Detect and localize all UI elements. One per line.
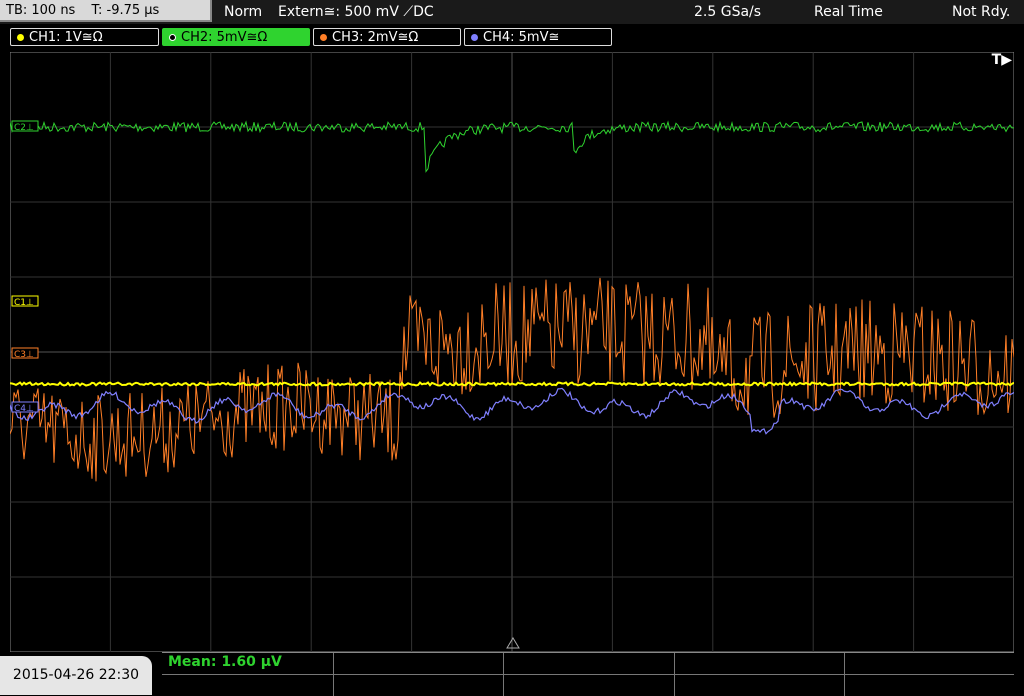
timebase-label: TB: 100 ns bbox=[6, 3, 76, 18]
trigger-source[interactable]: Extern≅: 500 mV ⟋DC bbox=[278, 0, 434, 24]
datetime-display: 2015-04-26 22:30 bbox=[0, 656, 152, 695]
channel-1-marker-label: C1⊥ bbox=[14, 298, 34, 308]
channel-3-marker[interactable]: C3⊥ bbox=[11, 347, 39, 360]
channel-4-dot-icon bbox=[471, 34, 478, 41]
acquisition-mode[interactable]: Real Time bbox=[814, 0, 883, 24]
channel-bar: CH1: 1V≅Ω CH2: 5mV≅Ω CH3: 2mV≅Ω CH4: 5mV… bbox=[0, 26, 1024, 48]
channel-1-marker[interactable]: C1⊥ bbox=[11, 295, 39, 308]
trigger-mode[interactable]: Norm bbox=[224, 0, 262, 24]
mean-measurement[interactable]: Mean: 1.60 µV bbox=[168, 654, 282, 670]
channel-3-button[interactable]: CH3: 2mV≅Ω bbox=[313, 28, 461, 46]
channel-4-marker[interactable]: C4⊥ bbox=[11, 401, 39, 414]
channel-3-marker-label: C3⊥ bbox=[14, 350, 34, 360]
channel-2-label: CH2: 5mV≅Ω bbox=[181, 30, 268, 45]
trigger-marker-icon: T▶ bbox=[991, 52, 1012, 68]
channel-1-button[interactable]: CH1: 1V≅Ω bbox=[10, 28, 159, 46]
channel-1-label: CH1: 1V≅Ω bbox=[29, 30, 103, 45]
channel-4-button[interactable]: CH4: 5mV≅ bbox=[464, 28, 612, 46]
channel-4-label: CH4: 5mV≅ bbox=[483, 30, 560, 45]
channel-2-dot-icon bbox=[169, 34, 176, 41]
channel-3-label: CH3: 2mV≅Ω bbox=[332, 30, 419, 45]
waveform-display[interactable]: C2⊥ C1⊥ C3⊥ C4⊥ bbox=[9, 51, 1015, 653]
status-label: Not Rdy. bbox=[952, 4, 1011, 20]
channel-1-dot-icon bbox=[17, 34, 24, 41]
waveform-canvas[interactable]: C2⊥ C1⊥ C3⊥ C4⊥ bbox=[9, 51, 1015, 653]
timebase-box[interactable]: TB: 100 ns T: -9.75 µs bbox=[0, 0, 212, 22]
sample-rate[interactable]: 2.5 GSa/s bbox=[694, 0, 761, 24]
channel-4-marker-label: C4⊥ bbox=[14, 404, 34, 414]
channel-3-dot-icon bbox=[320, 34, 327, 41]
measurement-panel[interactable]: Mean: 1.60 µV bbox=[162, 652, 1014, 696]
channel-2-button[interactable]: CH2: 5mV≅Ω bbox=[162, 28, 310, 46]
measurement-divider bbox=[162, 674, 1014, 675]
channel-2-marker[interactable]: C2⊥ bbox=[11, 120, 39, 133]
trigger-offset-label: T: -9.75 µs bbox=[91, 3, 160, 18]
channel-2-marker-label: C2⊥ bbox=[14, 123, 34, 133]
